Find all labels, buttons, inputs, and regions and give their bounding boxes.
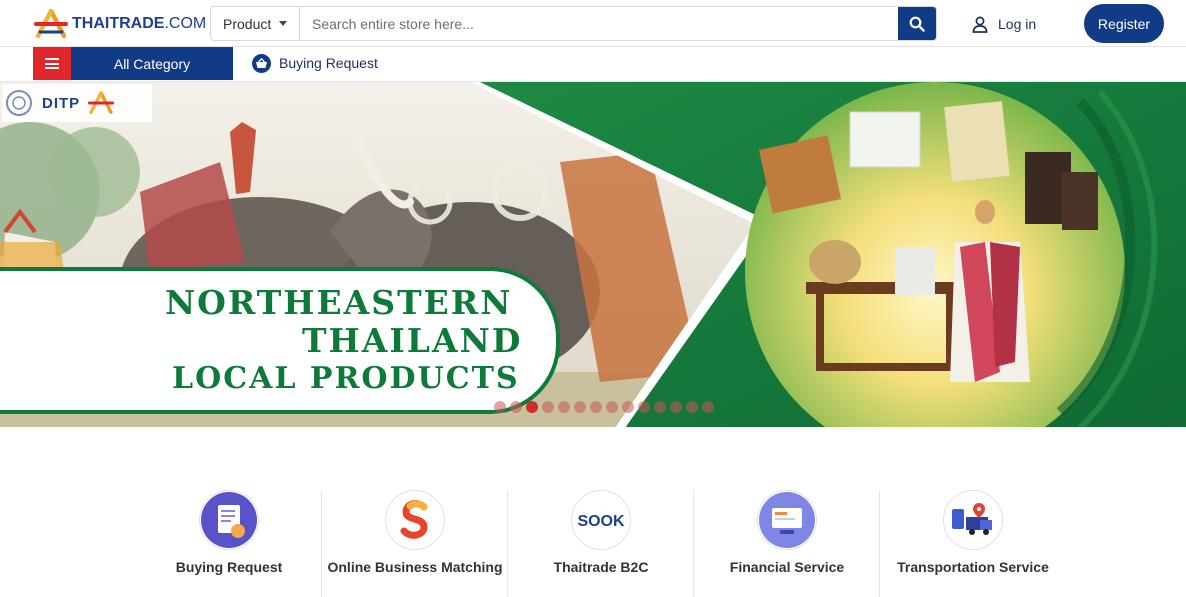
carousel-dot[interactable] [606, 401, 618, 413]
buying-request-link[interactable]: Buying Request [252, 53, 378, 73]
search-input[interactable] [300, 7, 898, 40]
thaitrade-logo[interactable]: THAITRADE.COM [34, 8, 206, 39]
brand-name-bold: THAITRADE [72, 15, 165, 32]
top-header: THAITRADE.COM Product Log in Register [0, 0, 1186, 47]
hero-title-line-3: LOCAL PRODUCTS [172, 361, 520, 396]
login-label: Log in [998, 16, 1037, 32]
search-category-value: Product [223, 15, 272, 32]
search-icon [909, 16, 925, 32]
carousel-dot[interactable] [526, 401, 538, 413]
financial-service-icon [757, 490, 817, 550]
search-category-select[interactable]: Product [211, 7, 300, 40]
carousel-dots [494, 401, 714, 413]
carousel-dot[interactable] [670, 401, 682, 413]
sook-logo-icon: SOOK [571, 490, 631, 550]
carousel-dot[interactable] [590, 401, 602, 413]
hamburger-icon [45, 58, 59, 69]
online-business-matching-icon [385, 490, 445, 550]
hero-title-line-2: THAILAND [302, 321, 523, 360]
agency-logos: DITP [2, 84, 152, 122]
carousel-dot[interactable] [686, 401, 698, 413]
carousel-dot[interactable] [702, 401, 714, 413]
carousel-dot[interactable] [542, 401, 554, 413]
user-icon [972, 16, 988, 33]
buying-request-label: Buying Request [279, 55, 378, 71]
service-thaitrade-b2c[interactable]: SOOK Thaitrade B2C [508, 490, 694, 597]
service-label: Transportation Service [897, 559, 1049, 575]
login-link[interactable]: Log in [972, 14, 1036, 34]
service-label: Online Business Matching [327, 559, 503, 575]
search-bar: Product [210, 6, 937, 41]
hero-title-line-1: NORTHEASTERN [165, 283, 513, 322]
carousel-dot[interactable] [638, 401, 650, 413]
service-buying-request[interactable]: Buying Request [136, 490, 322, 597]
thaitrade-mini-logo-icon [88, 91, 115, 114]
service-online-business-matching[interactable]: Online Business Matching [322, 490, 508, 597]
brand-name-suffix: .COM [164, 15, 207, 32]
category-nav: All Category Buying Request [0, 47, 1186, 81]
carousel-dot[interactable] [654, 401, 666, 413]
sook-logo-text: SOOK [577, 513, 625, 530]
register-button[interactable]: Register [1084, 4, 1164, 43]
ditp-logo-text: DITP [42, 94, 81, 112]
caret-down-icon [279, 21, 288, 26]
services-row: Buying Request Online Business Matching … [136, 490, 1186, 597]
buying-request-icon [199, 490, 259, 550]
service-label: Financial Service [729, 559, 845, 575]
carousel-dot[interactable] [510, 401, 522, 413]
carousel-dot[interactable] [622, 401, 634, 413]
basket-icon [252, 53, 271, 73]
service-transportation-service[interactable]: Transportation Service [880, 490, 1066, 597]
carousel-dot[interactable] [574, 401, 586, 413]
all-category-button[interactable]: All Category [71, 47, 233, 80]
search-button[interactable] [898, 7, 936, 40]
carousel-dot[interactable] [558, 401, 570, 413]
carousel-dot[interactable] [494, 401, 506, 413]
thaitrade-logo-icon [34, 8, 68, 39]
brand-name: THAITRADE.COM [72, 15, 206, 33]
hero-title-card: NORTHEASTERN THAILAND LOCAL PRODUCTS [0, 267, 560, 414]
menu-toggle-button[interactable] [33, 47, 71, 80]
service-label: Buying Request [175, 559, 283, 575]
ministry-seal-icon [6, 90, 32, 116]
transportation-service-icon [943, 490, 1003, 550]
hero-banner[interactable]: DITP NORTHEASTERN THAILAND LOCAL PRODUCT… [0, 81, 1186, 427]
service-financial-service[interactable]: Financial Service [694, 490, 880, 597]
service-label: Thaitrade B2C [553, 559, 649, 575]
